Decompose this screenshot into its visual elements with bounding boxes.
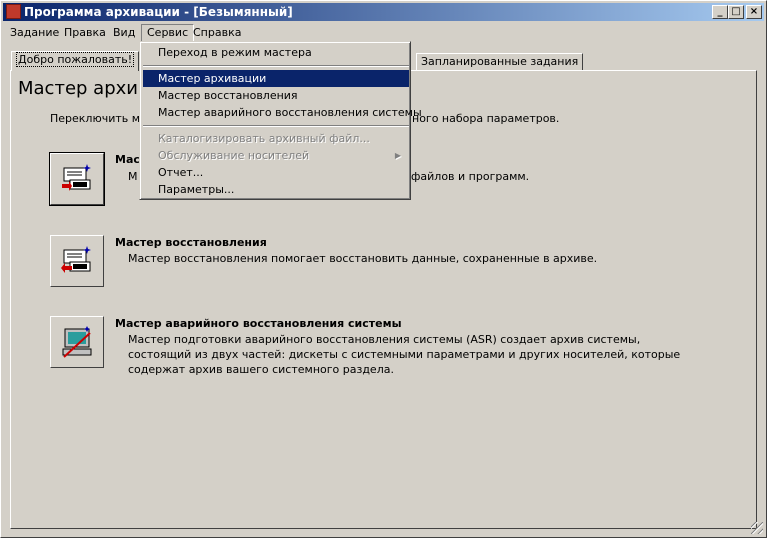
maximize-icon: □	[731, 6, 741, 17]
asr-wizard-desc-line3: содержат архив вашего системного раздела…	[128, 363, 394, 376]
service-menu-dropdown: Переход в режим мастера Мастер архивации…	[139, 41, 422, 200]
backup-wizard-desc-right: файлов и программ.	[411, 170, 530, 183]
backup-wizard-icon	[62, 164, 91, 191]
restore-wizard-icon	[61, 246, 91, 273]
intro-text-left: Переключить мас	[50, 112, 153, 125]
asr-wizard-desc-line2: состоящий из двух частей: дискеты с сист…	[128, 348, 681, 361]
window-title: Программа архивации - [Безымянный]	[24, 5, 293, 19]
menu-edit[interactable]: Правка	[59, 25, 111, 41]
menu-item-catalog-file: Каталогизировать архивный файл...	[158, 132, 370, 145]
menu-item-media-maintenance: Обслуживание носителей ▶	[143, 147, 409, 164]
menu-separator	[143, 125, 409, 127]
menu-view[interactable]: Вид	[108, 25, 140, 41]
title-bar[interactable]: Программа архивации - [Безымянный] _ □ ×	[3, 3, 764, 21]
backup-wizard-desc-left: М	[128, 170, 138, 183]
restore-wizard-title: Мастер восстановления	[115, 236, 267, 249]
menu-item-backup-wizard[interactable]: Мастер архивации	[143, 70, 409, 87]
minimize-icon: _	[717, 6, 723, 17]
tab-welcome[interactable]: Добро пожаловать!	[11, 51, 140, 71]
page-title: Мастер архив	[18, 78, 149, 99]
menu-item-switch-wizard-mode[interactable]: Переход в режим мастера	[143, 44, 409, 61]
menu-separator	[143, 65, 409, 67]
backup-wizard-button[interactable]	[49, 152, 105, 206]
menu-help[interactable]: Справка	[188, 25, 246, 41]
tab-scheduled[interactable]: Запланированные задания	[416, 53, 584, 70]
backup-app-icon	[6, 4, 21, 19]
close-button[interactable]: ×	[746, 5, 762, 19]
asr-wizard-icon	[62, 326, 92, 358]
tab-welcome-label: Добро пожаловать!	[16, 52, 135, 67]
menu-item-media-maintenance-label: Обслуживание носителей	[158, 149, 310, 162]
menu-item-report[interactable]: Отчет...	[143, 164, 409, 181]
maximize-button[interactable]: □	[728, 5, 744, 19]
asr-wizard-button[interactable]	[50, 316, 104, 368]
restore-wizard-button[interactable]	[50, 235, 104, 287]
resize-grip[interactable]	[751, 522, 763, 534]
menu-bar: Задание Правка Вид Сервис Справка	[3, 23, 764, 42]
menu-task[interactable]: Задание	[5, 25, 64, 41]
menu-item-asr-wizard[interactable]: Мастер аварийного восстановления системы	[143, 104, 422, 121]
minimize-button[interactable]: _	[712, 5, 728, 19]
menu-service[interactable]: Сервис	[141, 24, 195, 42]
intro-text-right: ного набора параметров.	[412, 112, 560, 125]
menu-item-restore-wizard[interactable]: Мастер восстановления	[143, 87, 409, 104]
menu-item-options[interactable]: Параметры...	[143, 181, 409, 198]
submenu-arrow-icon: ▶	[394, 151, 401, 160]
asr-wizard-title: Мастер аварийного восстановления системы	[115, 317, 402, 330]
restore-wizard-desc: Мастер восстановления помогает восстанов…	[128, 252, 598, 265]
close-icon: ×	[749, 6, 759, 17]
asr-wizard-desc-line1: Мастер подготовки аварийного восстановле…	[128, 333, 641, 346]
